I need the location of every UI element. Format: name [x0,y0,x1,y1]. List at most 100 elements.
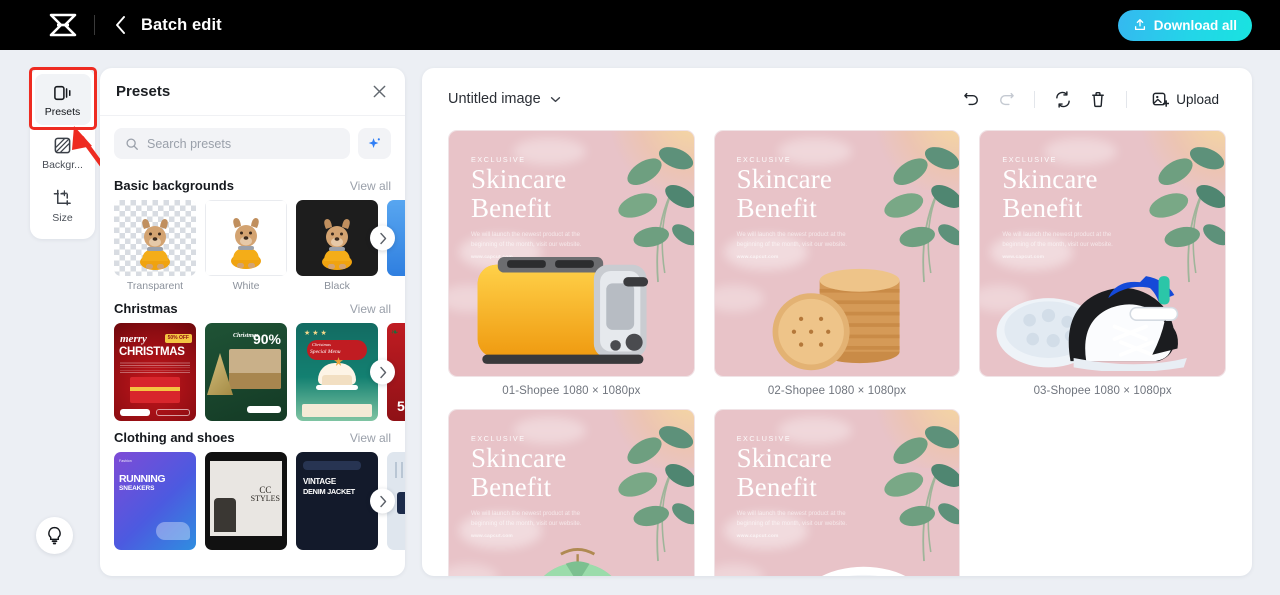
replace-swap-icon [1054,90,1072,108]
skincare-poster: EXCLUSIVE Skincare Benefit We will launc… [714,409,960,576]
ai-sparkle-icon [367,136,382,151]
toolbar-divider [1126,90,1128,108]
section-header-basic-backgrounds: Basic backgrounds View all [100,169,405,200]
preset-thumb-text: RUNNING [119,473,166,485]
preset-thumb-text: Special Menu [310,349,341,355]
image-card[interactable]: EXCLUSIVE Skincare Benefit We will launc… [448,130,695,399]
view-all-link[interactable]: View all [350,431,391,445]
poster-heading-line2: Benefit [1002,193,1083,224]
poster-heading-line1: Skincare [1002,164,1098,195]
sidebar-item-size[interactable]: Size [35,180,91,231]
poster-kicker: EXCLUSIVE [471,155,526,165]
poster-heading-line2: Benefit [471,193,552,224]
canvas-tool-buttons: Upload [955,83,1228,115]
presets-search-row [100,116,405,169]
ai-generate-button[interactable] [358,128,391,159]
shirt-image [543,547,612,576]
carousel-next-button[interactable] [370,359,395,385]
image-thumbnail[interactable]: EXCLUSIVE Skincare Benefit We will launc… [448,130,695,377]
preset-thumb-black[interactable] [296,200,378,276]
preset-thumb-christmas-3[interactable]: ★ ★ ★ Christmas Special Menu [296,323,378,421]
poster-heading-line1: Skincare [471,164,567,195]
preset-thumb-transparent[interactable] [114,200,196,276]
carousel-next-button[interactable] [370,488,395,514]
poster-heading-line2: Benefit [736,193,817,224]
download-all-button[interactable]: Download all [1117,9,1252,41]
preset-thumb-text: SNEAKERS [119,485,155,492]
carousel-track: merry CHRISTMAS 50% OFF Christmas 90% ★ … [114,323,405,421]
dog-image [231,218,261,269]
image-thumbnail[interactable]: EXCLUSIVE Skincare Benefit We will launc… [979,130,1226,377]
top-divider [94,15,95,35]
preset-label: Black [324,280,350,292]
preset-thumb-clothing-1[interactable]: Fashion RUNNING SNEAKERS [114,452,196,550]
image-card[interactable]: EXCLUSIVE Skincare Benefit We will launc… [713,408,961,576]
poster-heading-line2: Benefit [736,472,817,503]
sidebar-item-background[interactable]: Backgr... [35,127,91,178]
skincare-poster: EXCLUSIVE Skincare Benefit We will launc… [449,131,694,376]
preset-thumb-clothing-2[interactable]: CC STYLES [205,452,287,550]
preset-thumb-christmas-2[interactable]: Christmas 90% [205,323,287,421]
preset-thumb-christmas-1[interactable]: merry CHRISTMAS 50% OFF [114,323,196,421]
poster-kicker: EXCLUSIVE [1002,155,1057,165]
preset-thumb-clothing-3[interactable]: VINTAGE DENIM JACKET [296,452,378,550]
back-button[interactable] [109,14,131,36]
sidebar-item-label: Backgr... [42,158,83,171]
lightbulb-icon [46,526,63,545]
presets-panel: Presets Basic backgrounds [100,68,405,576]
capcut-logo-icon[interactable] [46,8,80,42]
basic-backgrounds-labels: Transparent White Black [100,276,405,292]
left-tool-rail: Presets Backgr... Size [30,68,95,239]
image-card[interactable]: EXCLUSIVE Skincare Benefit We will launc… [448,408,695,576]
preset-label: Transparent [126,280,184,292]
image-thumbnail[interactable]: EXCLUSIVE Skincare Benefit We will launc… [448,408,695,576]
chevron-right-icon [379,232,387,244]
download-upload-icon [1133,18,1147,32]
view-all-link[interactable]: View all [350,302,391,316]
search-presets-box[interactable] [114,128,350,159]
clothing-and-shoes-carousel: Fashion RUNNING SNEAKERS CC STYLES VINTA… [100,452,405,550]
poster-heading-line1: Skincare [736,164,832,195]
view-all-link[interactable]: View all [350,179,391,193]
section-header-christmas: Christmas View all [100,292,405,323]
tips-button[interactable] [36,517,73,554]
preset-thumb-text: 90% [252,331,281,347]
image-caption: 02-Shopee 1080 × 1080px [767,384,907,397]
undo-button[interactable] [955,83,987,115]
preset-thumb-text: CHRISTMAS [119,346,185,358]
crop-resize-icon [53,188,72,210]
preset-label: White [232,280,260,292]
section-title: Clothing and shoes [114,430,235,445]
image-thumbnail[interactable]: EXCLUSIVE Skincare Benefit We will launc… [713,408,961,576]
upload-button[interactable]: Upload [1143,83,1228,115]
image-thumbnail[interactable]: EXCLUSIVE Skincare Benefit We will launc… [713,130,961,377]
poster-body: We will launch the newest product at the… [471,510,582,527]
cloud-shape [449,563,498,576]
trash-icon [1090,91,1106,108]
poster-kicker: EXCLUSIVE [736,434,792,444]
delete-button[interactable] [1082,83,1114,115]
preset-thumb-white[interactable] [205,200,287,276]
preset-thumb-badge: 50% OFF [164,334,192,344]
coffee-cup-image [823,567,905,576]
redo-button[interactable] [990,83,1022,115]
document-name-dropdown[interactable]: Untitled image [448,91,561,107]
image-card[interactable]: EXCLUSIVE Skincare Benefit We will launc… [713,130,961,399]
carousel-track [114,200,405,276]
search-input[interactable] [147,136,339,151]
chevron-right-icon [379,366,387,378]
document-name: Untitled image [448,91,541,107]
close-icon[interactable] [369,82,389,102]
carousel-next-button[interactable] [370,225,395,251]
carousel-track: Fashion RUNNING SNEAKERS CC STYLES VINTA… [114,452,405,550]
biscuits-image [772,268,900,371]
sidebar-item-presets[interactable]: Presets [34,74,91,125]
image-card[interactable]: EXCLUSIVE Skincare Benefit We will launc… [979,130,1226,399]
replace-button[interactable] [1047,83,1079,115]
presets-panel-title: Presets [116,83,171,100]
section-title: Christmas [114,301,178,316]
skincare-poster: EXCLUSIVE Skincare Benefit We will launc… [714,131,960,376]
section-header-clothing-and-shoes: Clothing and shoes View all [100,421,405,452]
poster-text: EXCLUSIVE Skincare Benefit We will launc… [737,434,889,539]
toaster-image [478,256,649,364]
